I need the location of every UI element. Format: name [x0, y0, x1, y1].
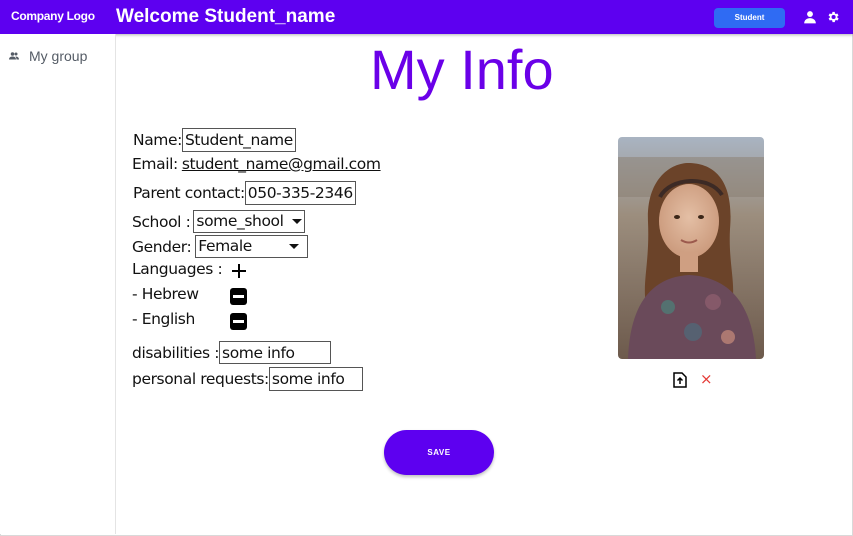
top-app-bar: Company Logo Welcome Student_name Studen…: [0, 0, 853, 34]
parent-contact-input[interactable]: 050-335-2346: [244, 181, 356, 205]
school-row: School : some_shool: [132, 210, 306, 233]
gender-select[interactable]: Female: [195, 235, 309, 258]
save-button[interactable]: SAVE: [384, 430, 494, 475]
languages-row: Languages :: [132, 260, 223, 278]
name-row: Name: Student_name: [133, 128, 296, 152]
gender-label: Gender:: [132, 237, 192, 256]
personal-requests-input[interactable]: some info: [268, 367, 363, 391]
email-row: Email: student_name@gmail.com: [132, 155, 381, 173]
role-button[interactable]: Student: [714, 8, 785, 28]
parent-contact-label: Parent contact:: [133, 184, 245, 202]
gender-row: Gender: Female: [132, 235, 309, 258]
personal-requests-label: personal requests:: [132, 370, 269, 388]
name-input[interactable]: Student_name: [181, 128, 296, 152]
gender-select-value: Female: [198, 237, 252, 255]
disabilities-label: disabilities :: [132, 343, 220, 362]
portrait-image: [618, 137, 764, 359]
upload-file-icon[interactable]: [673, 372, 687, 388]
personal-requests-row: personal requests: some info: [132, 367, 363, 391]
school-label: School :: [132, 212, 191, 231]
sidebar-item-label: My group: [29, 48, 88, 64]
group-icon: [9, 52, 19, 60]
parent-contact-row: Parent contact: 050-335-2346: [133, 181, 356, 205]
language-item: - Hebrew: [132, 285, 199, 303]
add-language-plus-icon[interactable]: [231, 263, 247, 279]
remove-language-minus-icon[interactable]: [230, 288, 247, 305]
settings-gear-icon[interactable]: [826, 10, 840, 24]
disabilities-row: disabilities : some info: [132, 341, 332, 364]
page-title: My Info: [370, 38, 554, 101]
remove-photo-close-icon[interactable]: ×: [700, 370, 713, 388]
languages-label: Languages :: [132, 260, 223, 278]
chevron-down-icon: [292, 219, 303, 224]
profile-photo: [618, 137, 764, 359]
chevron-down-icon: [289, 244, 300, 249]
welcome-title: Welcome Student_name: [116, 6, 336, 27]
school-select-value: some_shool: [196, 212, 284, 230]
remove-language-minus-icon[interactable]: [230, 313, 247, 330]
email-label: Email:: [132, 155, 178, 173]
sidebar: My group: [0, 34, 116, 534]
email-link[interactable]: student_name@gmail.com: [182, 155, 381, 173]
sidebar-item-my-group[interactable]: My group: [8, 48, 87, 64]
school-select[interactable]: some_shool: [193, 210, 306, 233]
name-label: Name:: [133, 131, 182, 149]
account-icon[interactable]: [803, 10, 817, 24]
language-label: - Hebrew: [132, 285, 199, 303]
company-logo[interactable]: Company Logo: [11, 9, 95, 23]
disabilities-input[interactable]: some info: [219, 341, 332, 364]
language-item: - English: [132, 310, 195, 328]
language-label: - English: [132, 310, 195, 328]
